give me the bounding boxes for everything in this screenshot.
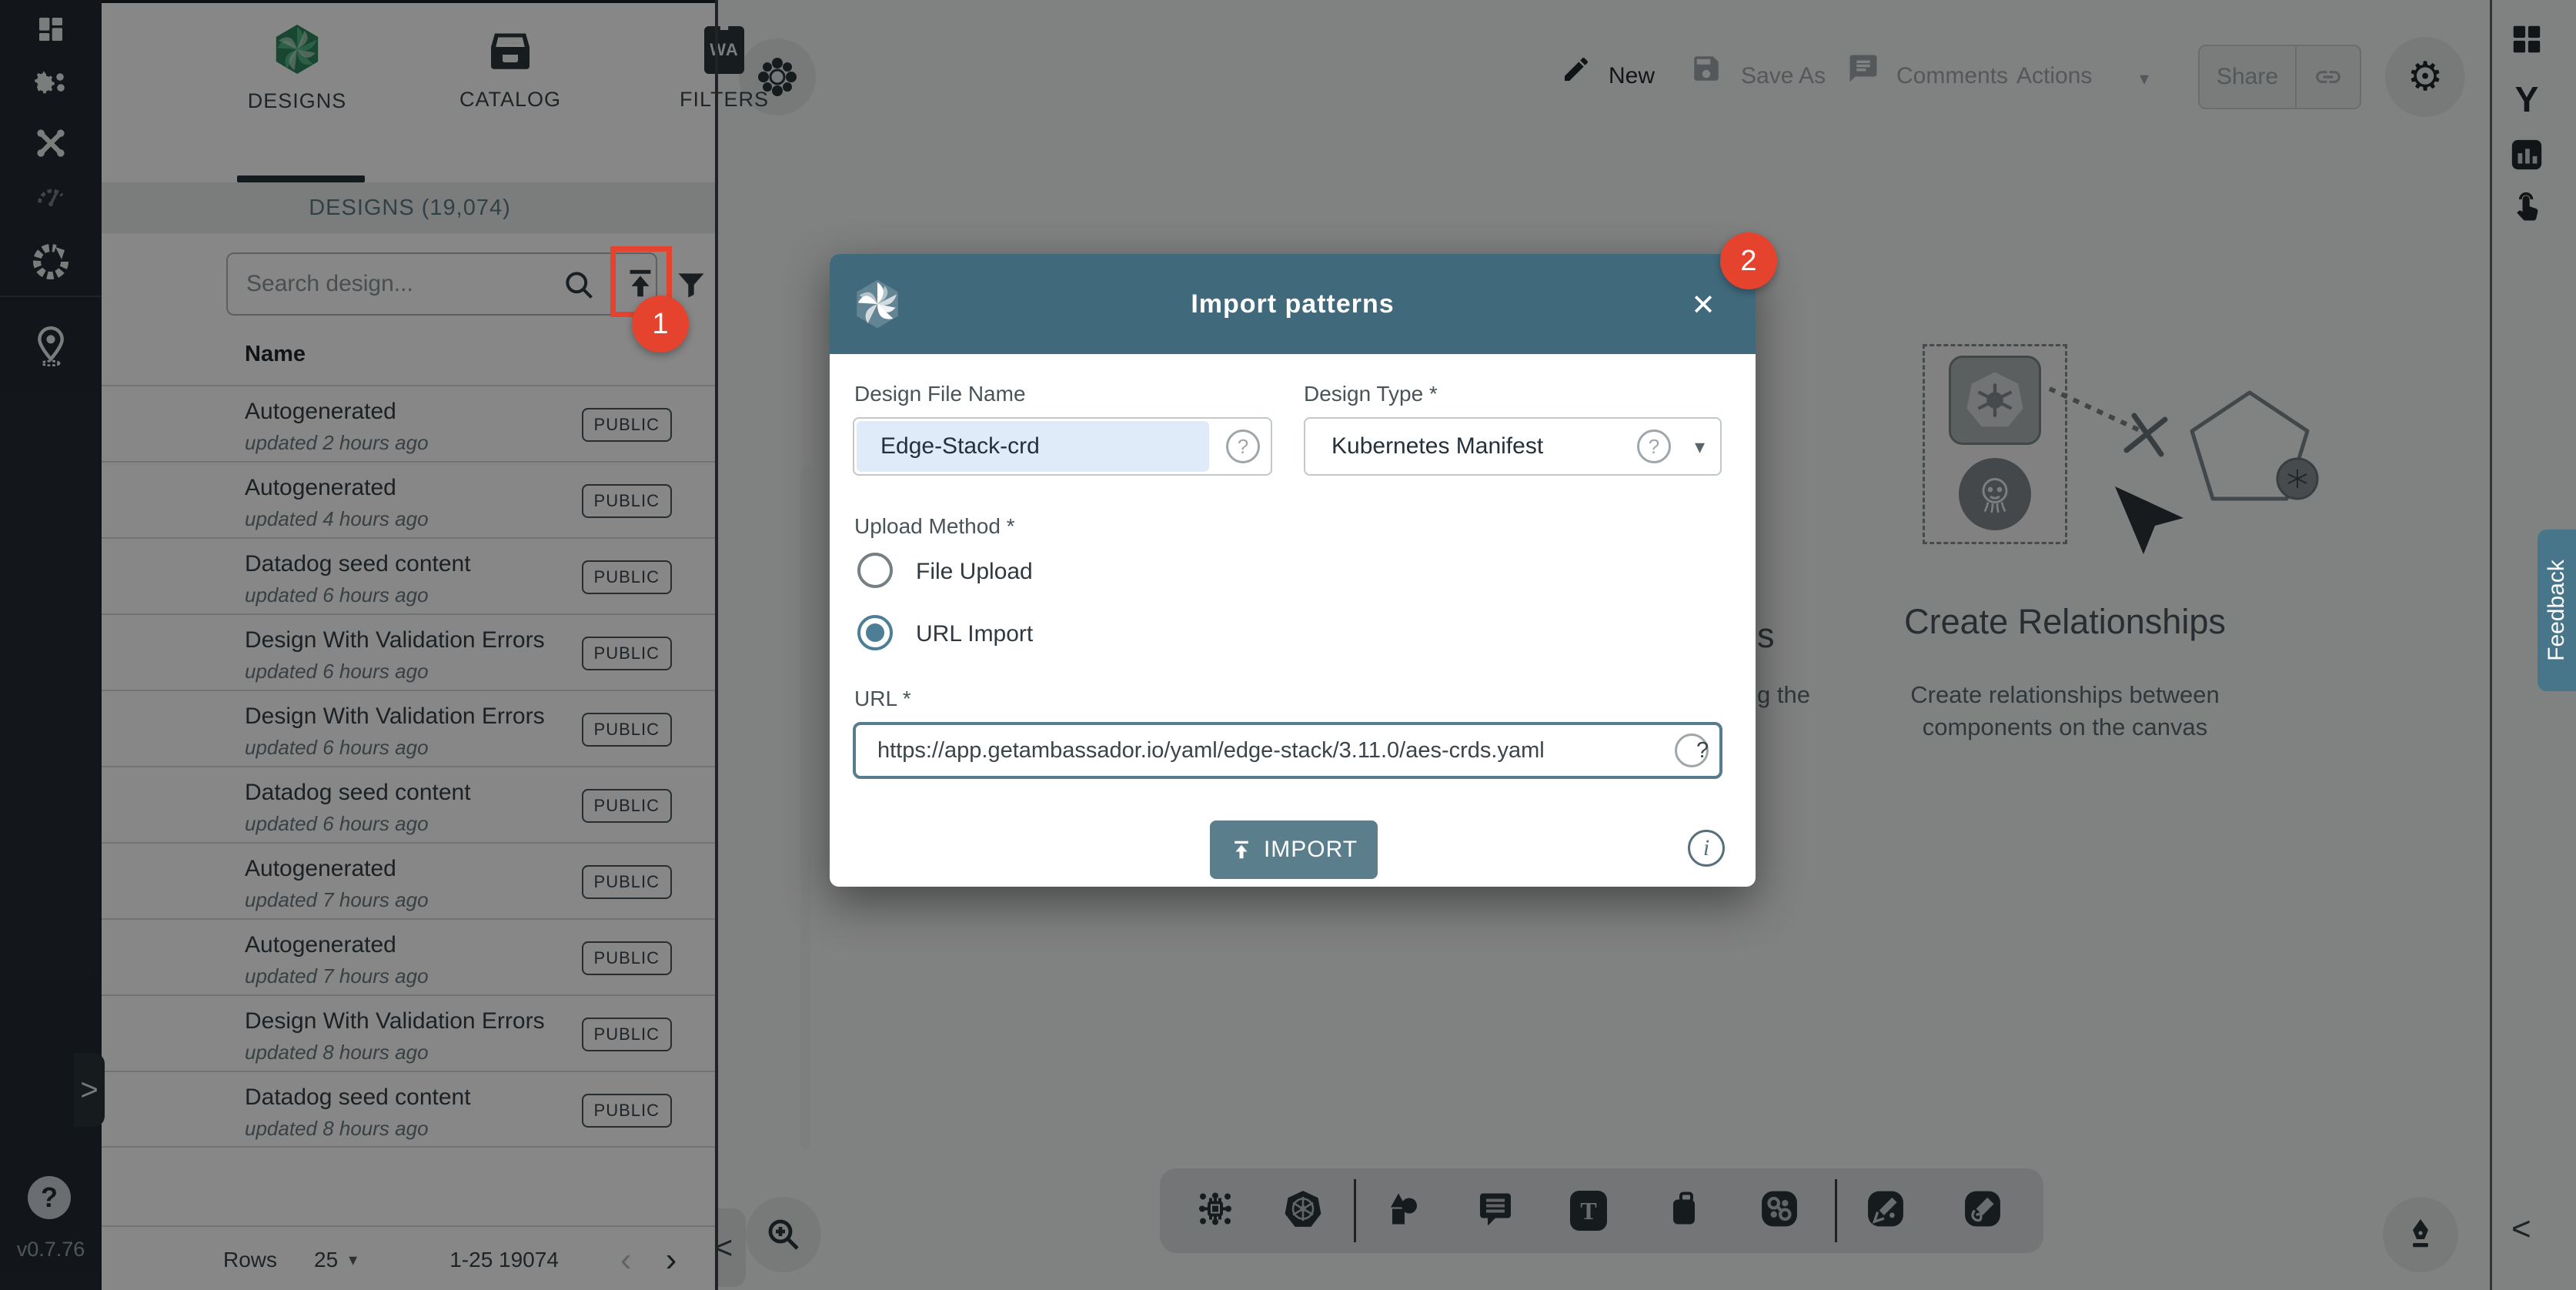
modal-header: Import patterns ✕ [830, 254, 1756, 354]
radio-file-upload[interactable] [857, 553, 893, 588]
upload-method-label: Upload Method * [854, 514, 1015, 539]
meshery-app: New Save As Comments Actions ▾ Share ⚙ Y [0, 0, 2576, 1290]
step2-badge: 2 [1720, 232, 1777, 289]
feedback-label: Feedback [2544, 560, 2570, 661]
design-file-name-value: Edge-Stack-crd [880, 433, 1040, 460]
modal-title: Import patterns [830, 289, 1756, 319]
radio-url-import-label[interactable]: URL Import [916, 621, 1033, 647]
url-input[interactable]: https://app.getambassador.io/yaml/edge-s… [853, 722, 1722, 779]
feedback-tab[interactable]: Feedback [2538, 530, 2576, 691]
design-type-select[interactable]: Kubernetes Manifest ? ▾ [1304, 417, 1722, 476]
design-file-name-label: Design File Name [854, 382, 1026, 406]
design-file-name-field[interactable]: Edge-Stack-crd ? [853, 417, 1272, 476]
design-type-value: Kubernetes Manifest [1331, 433, 1543, 460]
help-icon[interactable]: ? [1637, 429, 1671, 463]
upload-icon [1230, 838, 1253, 861]
url-value: https://app.getambassador.io/yaml/edge-s… [877, 738, 1545, 764]
url-label: URL * [854, 687, 911, 711]
radio-file-upload-label[interactable]: File Upload [916, 559, 1033, 585]
import-patterns-modal: Import patterns ✕ Design File Name Edge-… [830, 254, 1756, 887]
info-icon[interactable]: i [1688, 830, 1725, 867]
import-button[interactable]: IMPORT [1210, 820, 1378, 879]
design-type-label: Design Type * [1304, 382, 1438, 406]
step1-badge: 1 [632, 296, 689, 353]
chevron-down-icon: ▾ [1695, 435, 1705, 459]
help-icon[interactable]: ? [1226, 429, 1260, 463]
close-icon[interactable]: ✕ [1691, 288, 1716, 322]
help-icon[interactable]: ? [1675, 734, 1709, 767]
radio-url-import[interactable] [857, 615, 893, 650]
